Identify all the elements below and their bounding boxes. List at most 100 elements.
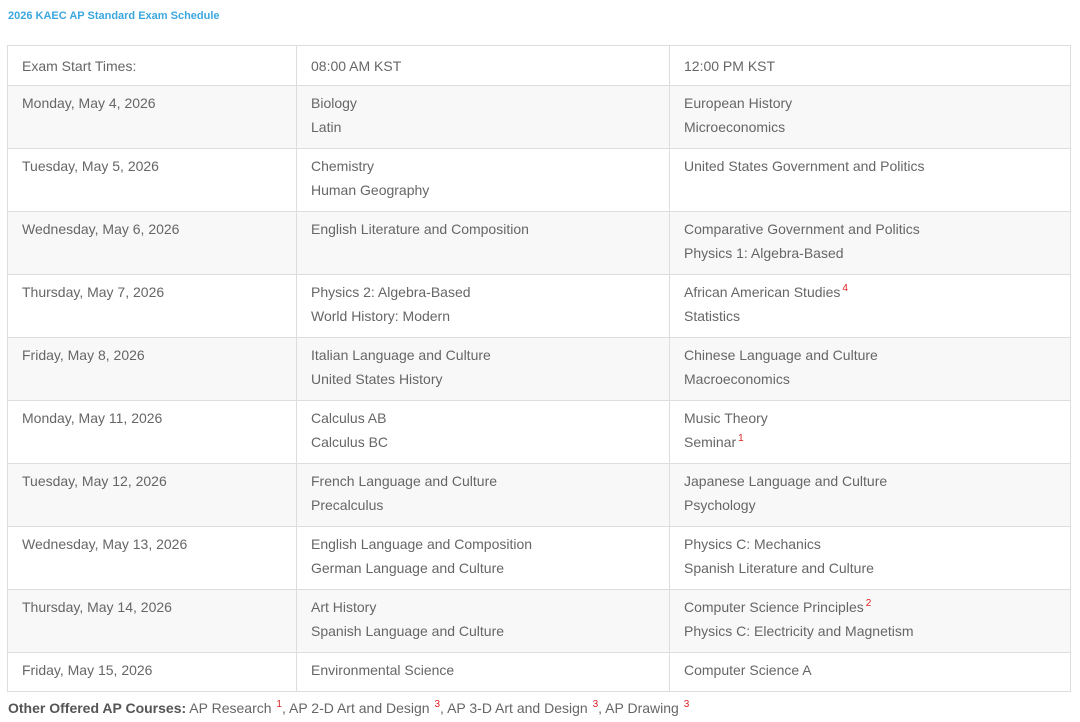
other-course-name: AP 2-D Art and Design — [288, 700, 430, 716]
exam-entry: German Language and Culture — [311, 556, 655, 580]
exam-name: Computer Science Principles — [684, 599, 864, 615]
exam-name: German Language and Culture — [311, 560, 505, 576]
exam-name: Psychology — [684, 497, 756, 513]
exam-entry: Spanish Language and Culture — [311, 619, 655, 643]
exam-entry: Human Geography — [311, 178, 655, 202]
exam-name: Chinese Language and Culture — [684, 347, 878, 363]
exam-entry: Spanish Literature and Culture — [684, 556, 1056, 580]
morning-exams-cell: Environmental Science — [296, 652, 670, 692]
exam-entry: World History: Modern — [311, 304, 655, 328]
date-cell: Tuesday, May 5, 2026 — [7, 148, 297, 212]
table-row: Friday, May 8, 2026 Italian Language and … — [7, 337, 1071, 401]
exam-entry: United States History — [311, 367, 655, 391]
exam-name: Spanish Literature and Culture — [684, 560, 874, 576]
page-title: 2026 KAEC AP Standard Exam Schedule — [8, 10, 220, 22]
table-header-row: Exam Start Times: 08:00 AM KST 12:00 PM … — [7, 45, 1071, 86]
exam-name: Spanish Language and Culture — [311, 623, 505, 639]
afternoon-exams-cell: Japanese Language and Culture Psychology — [669, 463, 1071, 527]
exam-entry: Precalculus — [311, 493, 655, 517]
date-cell: Tuesday, May 12, 2026 — [7, 463, 297, 527]
date-cell: Thursday, May 7, 2026 — [7, 274, 297, 338]
exam-entry: Biology — [311, 91, 655, 115]
exam-entry: Environmental Science — [311, 658, 655, 682]
table-row: Monday, May 4, 2026 Biology Latin European … — [7, 85, 1071, 149]
exam-name: Biology — [311, 95, 357, 111]
exam-entry: Psychology — [684, 493, 1056, 517]
exam-name: Comparative Government and Politics — [684, 221, 920, 237]
date-cell: Wednesday, May 6, 2026 — [7, 211, 297, 275]
footnote-marker: 1 — [738, 433, 744, 445]
table-row: Monday, May 11, 2026 Calculus AB Calculus … — [7, 400, 1071, 464]
exam-name: Latin — [311, 119, 342, 135]
exam-entry: Art History — [311, 595, 655, 619]
exam-name: Physics 2: Algebra-Based — [311, 284, 471, 300]
exam-name: World History: Modern — [311, 308, 451, 324]
exam-entry: Computer Science A — [684, 658, 1056, 682]
footnote-marker: 3 — [592, 699, 599, 711]
exam-schedule-table: Exam Start Times: 08:00 AM KST 12:00 PM … — [7, 45, 1071, 692]
table-row: Thursday, May 14, 2026 Art History Spanish… — [7, 589, 1071, 653]
exam-name: United States History — [311, 371, 443, 387]
header-morning-cell: 08:00 AM KST — [296, 45, 670, 86]
exam-entry: Calculus BC — [311, 430, 655, 454]
other-courses-note: Other Offered AP Courses: AP Research 1,… — [8, 699, 689, 717]
morning-exams-cell: Art History Spanish Language and Culture — [296, 589, 670, 653]
header-afternoon-cell: 12:00 PM KST — [669, 45, 1071, 86]
exam-name: Calculus AB — [311, 410, 387, 426]
exam-name: Physics C: Mechanics — [684, 536, 821, 552]
morning-exams-cell: Chemistry Human Geography — [296, 148, 670, 212]
exam-name: Computer Science A — [684, 662, 812, 678]
exam-entry: European History — [684, 91, 1056, 115]
exam-name: Microeconomics — [684, 119, 786, 135]
exam-entry: Statistics — [684, 304, 1056, 328]
exam-name: Japanese Language and Culture — [684, 473, 888, 489]
afternoon-exams-cell: Computer Science A — [669, 652, 1071, 692]
afternoon-exams-cell: European History Microeconomics — [669, 85, 1071, 149]
date-cell: Friday, May 15, 2026 — [7, 652, 297, 692]
exam-entry: French Language and Culture — [311, 469, 655, 493]
table-row: Wednesday, May 6, 2026 English Literature… — [7, 211, 1071, 275]
other-course-name: AP Research — [189, 700, 272, 716]
other-courses-list: AP Research 1, AP 2-D Art and Design 3, … — [189, 699, 690, 716]
exam-entry: Italian Language and Culture — [311, 343, 655, 367]
date-cell: Monday, May 4, 2026 — [7, 85, 297, 149]
exam-name: Seminar — [684, 434, 737, 450]
morning-exams-cell: Italian Language and Culture United State… — [296, 337, 670, 401]
other-courses-label: Other Offered AP Courses: — [8, 700, 187, 716]
exam-entry: Physics C: Electricity and Magnetism — [684, 619, 1056, 643]
exam-entry: Computer Science Principles 2 — [684, 595, 1056, 619]
exam-entry: English Literature and Composition — [311, 217, 655, 241]
exam-name: Physics C: Electricity and Magnetism — [684, 623, 914, 639]
exam-name: United States Government and Politics — [684, 158, 925, 174]
date-cell: Friday, May 8, 2026 — [7, 337, 297, 401]
exam-name: French Language and Culture — [311, 473, 498, 489]
exam-entry: Physics C: Mechanics — [684, 532, 1056, 556]
table-row: Wednesday, May 13, 2026 English Language … — [7, 526, 1071, 590]
afternoon-exams-cell: Chinese Language and Culture Macroeconomi… — [669, 337, 1071, 401]
morning-exams-cell: Biology Latin — [296, 85, 670, 149]
exam-name: Music Theory — [684, 410, 768, 426]
footnote-marker: 3 — [683, 699, 690, 711]
table-row: Friday, May 15, 2026 Environmental Scienc… — [7, 652, 1071, 692]
exam-name: African American Studies — [684, 284, 841, 300]
exam-name: Human Geography — [311, 182, 430, 198]
exam-entry: African American Studies 4 — [684, 280, 1056, 304]
table-row: Thursday, May 7, 2026 Physics 2: Algebra-… — [7, 274, 1071, 338]
other-course-name: AP Drawing — [605, 700, 679, 716]
afternoon-exams-cell: African American Studies 4 Statistics — [669, 274, 1071, 338]
exam-entry: Physics 2: Algebra-Based — [311, 280, 655, 304]
morning-exams-cell: Calculus AB Calculus BC — [296, 400, 670, 464]
exam-entry: Chemistry — [311, 154, 655, 178]
exam-name: Macroeconomics — [684, 371, 790, 387]
exam-name: Statistics — [684, 308, 741, 324]
table-row: Tuesday, May 12, 2026 French Language and… — [7, 463, 1071, 527]
afternoon-exams-cell: United States Government and Politics — [669, 148, 1071, 212]
table-row: Tuesday, May 5, 2026 Chemistry Human Geogr… — [7, 148, 1071, 212]
morning-exams-cell: Physics 2: Algebra-Based World History: M… — [296, 274, 670, 338]
exam-entry: Music Theory — [684, 406, 1056, 430]
afternoon-exams-cell: Comparative Government and Politics Physi… — [669, 211, 1071, 275]
footnote-marker: 3 — [434, 699, 441, 711]
exam-name: Environmental Science — [311, 662, 455, 678]
exam-name: English Language and Composition — [311, 536, 533, 552]
exam-name: Calculus BC — [311, 434, 389, 450]
